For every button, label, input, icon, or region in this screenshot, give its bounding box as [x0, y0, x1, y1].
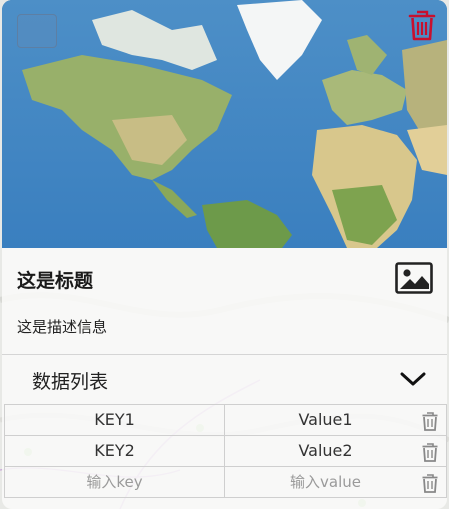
- key-input[interactable]: 输入key: [4, 467, 225, 497]
- delete-row-icon[interactable]: [421, 411, 439, 431]
- delete-row-icon[interactable]: [421, 473, 439, 493]
- delete-row-icon[interactable]: [421, 442, 439, 462]
- world-map-image: [2, 0, 447, 248]
- data-table: KEY1 Value1 KEY2 Value2 输入key 输入value: [4, 404, 447, 498]
- divider: [2, 354, 447, 355]
- chevron-down-icon[interactable]: [399, 370, 427, 388]
- select-checkbox[interactable]: [17, 14, 57, 48]
- value-input[interactable]: 输入value: [225, 467, 447, 497]
- card-title: 这是标题: [17, 270, 94, 292]
- image-icon[interactable]: [395, 262, 433, 294]
- value-cell[interactable]: Value2: [225, 436, 447, 466]
- map-card[interactable]: 这是标题 这是描述信息 数据列表 KEY1 Value1 KEY2 Value2: [2, 0, 447, 509]
- key-cell[interactable]: KEY1: [4, 405, 225, 435]
- card-description: 这是描述信息: [17, 318, 108, 336]
- value-cell[interactable]: Value1: [225, 405, 447, 435]
- map-thumbnail: [2, 0, 447, 248]
- data-list-title: 数据列表: [32, 371, 109, 393]
- trash-icon[interactable]: [407, 9, 437, 41]
- new-row: 输入key 输入value: [4, 467, 447, 498]
- table-row: KEY1 Value1: [4, 405, 447, 436]
- table-row: KEY2 Value2: [4, 436, 447, 467]
- key-cell[interactable]: KEY2: [4, 436, 225, 466]
